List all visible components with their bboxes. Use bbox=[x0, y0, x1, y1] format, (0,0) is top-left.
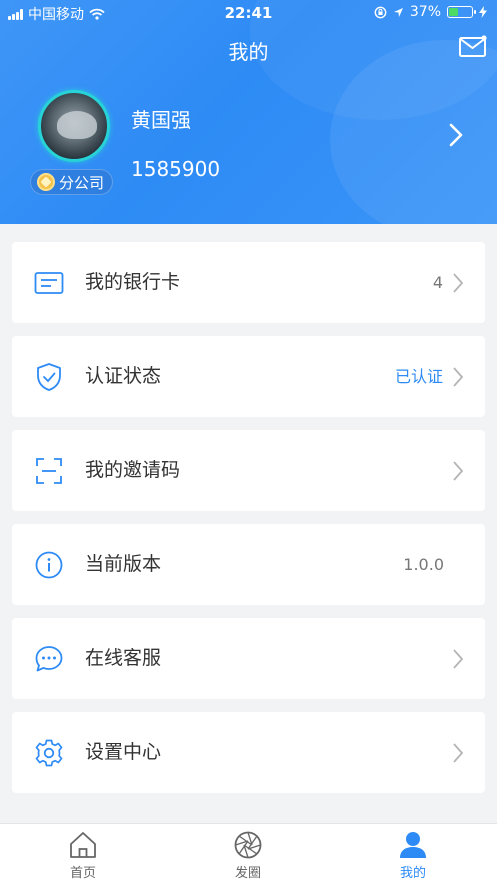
menu-item-label: 我的银行卡 bbox=[85, 271, 181, 293]
chat-icon bbox=[35, 646, 63, 672]
menu-item-label: 我的邀请码 bbox=[85, 459, 181, 481]
tab-label: 首页 bbox=[69, 866, 96, 881]
mail-icon[interactable] bbox=[458, 34, 488, 60]
user-name[interactable]: 黄国强 bbox=[131, 104, 191, 133]
menu-item-label: 当前版本 bbox=[85, 553, 162, 575]
chevron-right-icon bbox=[453, 743, 464, 763]
avatar[interactable] bbox=[38, 90, 110, 162]
medal-icon bbox=[37, 173, 55, 191]
location-icon bbox=[393, 7, 403, 17]
app-version: 1.0.0 bbox=[403, 555, 444, 574]
info-icon bbox=[35, 551, 63, 579]
menu-item-label: 认证状态 bbox=[85, 365, 162, 387]
card-icon bbox=[34, 272, 64, 294]
user-phone: 1585900 bbox=[131, 157, 221, 181]
orientation-lock-icon bbox=[374, 6, 387, 18]
tab-label: 我的 bbox=[399, 866, 426, 881]
menu-item-verification[interactable]: 认证状态 已认证 bbox=[12, 336, 485, 417]
role-badge-label: 分公司 bbox=[59, 173, 105, 192]
shield-check-icon bbox=[37, 363, 61, 391]
menu-item-current-version[interactable]: 当前版本 1.0.0 bbox=[12, 524, 485, 605]
battery-icon bbox=[447, 6, 476, 18]
home-icon bbox=[70, 832, 96, 858]
chevron-right-icon bbox=[453, 649, 464, 669]
tab-label: 发圈 bbox=[234, 866, 261, 881]
tab-home[interactable]: 首页 bbox=[43, 830, 123, 881]
user-icon bbox=[400, 832, 426, 858]
menu-item-settings[interactable]: 设置中心 bbox=[12, 712, 485, 793]
menu-item-bank-cards[interactable]: 我的银行卡 4 bbox=[12, 242, 485, 323]
tab-moments[interactable]: 发圈 bbox=[208, 830, 288, 881]
chevron-right-icon bbox=[453, 273, 464, 293]
profile-header: 中国移动 22:41 37% 我的 分公司 黄国强 1585900 bbox=[0, 0, 497, 224]
battery-percent: 37% bbox=[409, 4, 441, 20]
role-badge: 分公司 bbox=[30, 169, 114, 195]
tab-mine[interactable]: 我的 bbox=[373, 830, 453, 881]
status-bar: 中国移动 22:41 37% bbox=[0, 0, 497, 26]
bottom-tab-bar: 首页 发圈 我的 bbox=[0, 823, 497, 883]
menu-item-customer-service[interactable]: 在线客服 bbox=[12, 618, 485, 699]
charging-icon bbox=[479, 6, 487, 18]
gear-icon bbox=[35, 739, 63, 767]
chevron-right-icon bbox=[453, 461, 464, 481]
scan-icon bbox=[36, 458, 62, 484]
bank-card-count: 4 bbox=[432, 273, 443, 292]
page-title: 我的 bbox=[228, 40, 269, 64]
chevron-right-icon[interactable] bbox=[446, 122, 466, 148]
menu-item-label: 设置中心 bbox=[85, 741, 162, 763]
menu-item-invite-code[interactable]: 我的邀请码 bbox=[12, 430, 485, 511]
chevron-right-icon bbox=[453, 367, 464, 387]
menu-item-label: 在线客服 bbox=[85, 647, 162, 669]
verification-status: 已认证 bbox=[394, 367, 443, 386]
aperture-icon bbox=[234, 831, 262, 859]
